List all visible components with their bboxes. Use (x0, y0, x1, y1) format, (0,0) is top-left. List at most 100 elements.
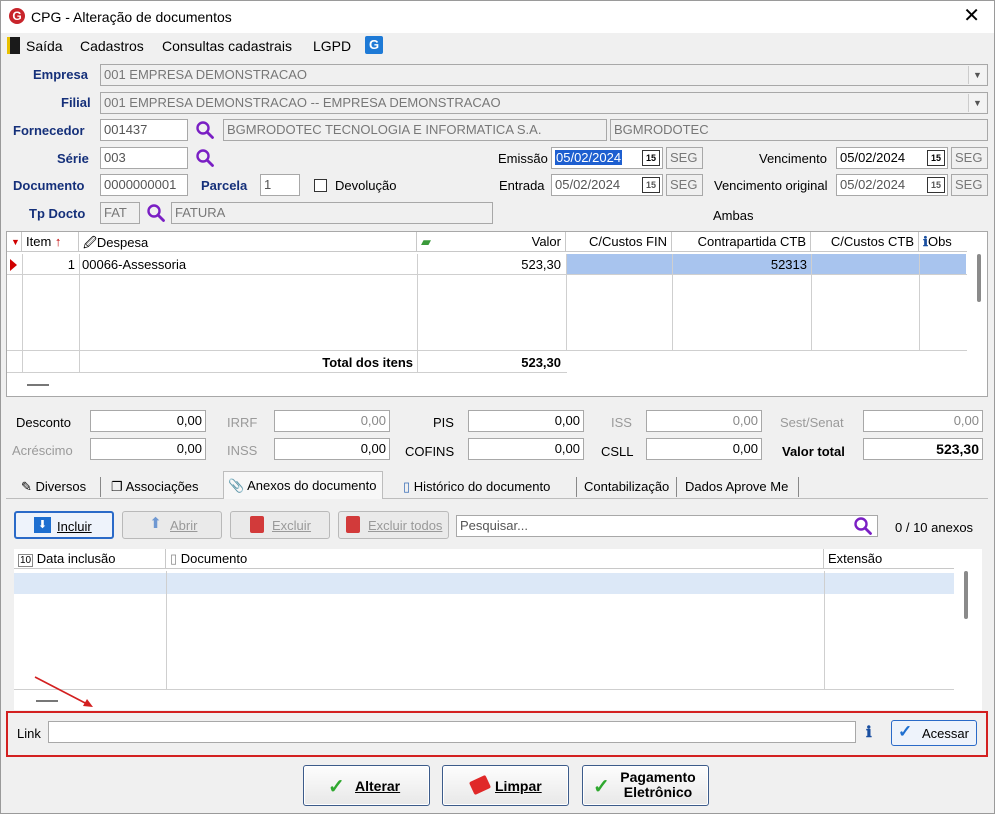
main-window: G CPG - Alteração de documentos ✕ Saída … (0, 0, 995, 814)
attachments-grid: 10 Data inclusão ▯ Documento Extensão (14, 549, 982, 710)
incluir-button[interactable]: ⬇ Incluir (14, 511, 114, 539)
calendar-small-icon: 10 (18, 554, 34, 567)
cofins-input[interactable]: 0,00 (468, 438, 584, 460)
column-header-contrapartida[interactable]: Contrapartida CTB (672, 232, 811, 252)
tab-diversos[interactable]: ✎ Diversos (17, 475, 92, 499)
parcela-label: Parcela (201, 178, 248, 193)
sest-senat-input[interactable]: 0,00 (863, 410, 983, 432)
pagamento-eletronico-button[interactable]: ✓ Pagamento Eletrônico (582, 765, 709, 806)
filial-select[interactable]: 001 EMPRESA DEMONSTRACAO -- EMPRESA DEMO… (100, 92, 988, 114)
menu-saida[interactable]: Saída (26, 38, 63, 54)
column-header-documento[interactable]: ▯ Documento (166, 549, 824, 569)
excluir-button[interactable]: Excluir (230, 511, 330, 539)
inss-input[interactable]: 0,00 (274, 438, 390, 460)
entrada-weekday: SEG (666, 174, 703, 196)
empresa-select[interactable]: 001 EMPRESA DEMONSTRACAO ▼ (100, 64, 988, 86)
column-header-despesa[interactable]: 🖉Despesa (79, 232, 417, 252)
tab-contabilizacao[interactable]: Contabilização (580, 475, 675, 499)
acrescimo-input[interactable]: 0,00 (90, 438, 206, 460)
calendar-icon[interactable]: 15 (927, 177, 945, 193)
attachments-search-input[interactable]: Pesquisar... (456, 515, 878, 537)
pis-input[interactable]: 0,00 (468, 410, 584, 432)
menu-cadastros[interactable]: Cadastros (80, 38, 144, 54)
column-header-data-inclusao[interactable]: 10 Data inclusão (14, 549, 166, 569)
calendar-icon[interactable]: 15 (642, 177, 660, 193)
close-icon[interactable]: ✕ (963, 5, 980, 27)
serie-input[interactable]: 003 (100, 147, 188, 169)
iss-input[interactable]: 0,00 (646, 410, 762, 432)
tab-associacoes[interactable]: ❐ Associações (107, 475, 205, 499)
attachments-scrollbar[interactable] (964, 571, 968, 619)
info-icon[interactable]: ℹ (866, 723, 872, 741)
window-title: CPG - Alteração de documentos (31, 9, 232, 25)
edit-note-icon: 🖉 (83, 235, 97, 250)
acrescimo-label: Acréscimo (12, 443, 73, 458)
tp-docto-label: Tp Docto (29, 206, 86, 221)
alterar-button[interactable]: ✓ Alterar (303, 765, 430, 806)
abrir-button[interactable]: ⬆ Abrir (122, 511, 222, 539)
menu-lgpd[interactable]: LGPD (313, 38, 351, 54)
limpar-button[interactable]: Limpar (442, 765, 569, 806)
calendar-icon[interactable]: 15 (642, 150, 660, 166)
app-badge-icon[interactable]: G (365, 36, 383, 54)
check-icon: ✓ (328, 776, 345, 798)
chevron-down-icon[interactable]: ▼ (968, 66, 986, 84)
vencimento-date-input[interactable]: 05/02/2024 15 (836, 147, 948, 169)
row-indicator-header: ▼ (7, 232, 22, 252)
devolucao-checkbox[interactable] (314, 179, 327, 192)
total-itens-value: 523,30 (521, 355, 561, 370)
entrada-date-input[interactable]: 05/02/2024 15 (551, 174, 663, 196)
chevron-down-icon[interactable]: ▼ (968, 94, 986, 112)
filial-value: 001 EMPRESA DEMONSTRACAO -- EMPRESA DEMO… (104, 95, 501, 110)
cofins-label: COFINS (405, 444, 455, 459)
tab-dados-aprove-me[interactable]: Dados Aprove Me (681, 475, 794, 499)
emissao-date-input[interactable]: 05/02/2024 15 (551, 147, 663, 169)
document-icon: ▯ (170, 551, 181, 566)
tab-anexos-documento[interactable]: 📎 Anexos do documento (223, 471, 384, 499)
link-label: Link (17, 726, 41, 741)
cell-contrapartida: 52313 (770, 257, 807, 272)
desconto-label: Desconto (16, 415, 71, 430)
column-header-extensao[interactable]: Extensão (824, 549, 954, 569)
fornecedor-label: Fornecedor (13, 123, 85, 138)
calendar-icon[interactable]: 15 (927, 150, 945, 166)
serie-search-icon[interactable] (195, 148, 215, 168)
tab-historico-documento[interactable]: ▯ Histórico do documento (399, 475, 556, 499)
vencimento-original-date-value: 05/02/2024 (840, 177, 906, 192)
paperclip-icon: 📎 (228, 478, 248, 493)
column-header-obs[interactable]: ℹObs (919, 232, 967, 252)
column-header-cc-fin[interactable]: C/Custos FIN (566, 232, 672, 252)
vencimento-label: Vencimento (759, 151, 827, 166)
fornecedor-short-field: BGMRODOTEC (610, 119, 988, 141)
history-scroll-icon: ▯ (403, 479, 414, 494)
table-row[interactable] (14, 573, 954, 594)
sort-asc-icon: ↑ (54, 234, 62, 249)
vencimento-original-weekday: SEG (951, 174, 988, 196)
column-header-item[interactable]: Item ↑ (22, 232, 79, 252)
exit-door-icon[interactable] (7, 37, 20, 54)
collapse-handle[interactable] (27, 384, 49, 386)
items-scrollbar[interactable] (977, 254, 981, 302)
irrf-input[interactable]: 0,00 (274, 410, 390, 432)
vencimento-original-date-input[interactable]: 05/02/2024 15 (836, 174, 948, 196)
tp-docto-code-input[interactable]: FAT (100, 202, 140, 224)
parcela-input[interactable]: 1 (260, 174, 300, 196)
column-header-valor[interactable]: ▰ Valor (417, 232, 566, 252)
iss-label: ISS (611, 415, 632, 430)
desconto-input[interactable]: 0,00 (90, 410, 206, 432)
valor-total-value: 523,30 (863, 438, 983, 460)
search-icon[interactable] (853, 516, 873, 536)
menu-consultas-cadastrais[interactable]: Consultas cadastrais (162, 38, 292, 54)
excluir-todos-button[interactable]: Excluir todos (338, 511, 449, 539)
documento-input[interactable]: 0000000001 (100, 174, 188, 196)
cell-despesa: 00066-Assessoria (82, 257, 187, 272)
acessar-button[interactable]: ✓ Acessar (891, 720, 977, 746)
column-header-cc-ctb[interactable]: C/Custos CTB (811, 232, 919, 252)
eraser-icon (468, 774, 492, 796)
csll-input[interactable]: 0,00 (646, 438, 762, 460)
vencimento-weekday: SEG (951, 147, 988, 169)
fornecedor-code-input[interactable]: 001437 (100, 119, 188, 141)
link-input[interactable] (48, 721, 856, 743)
tp-docto-search-icon[interactable] (146, 203, 166, 223)
fornecedor-search-icon[interactable] (195, 120, 215, 140)
